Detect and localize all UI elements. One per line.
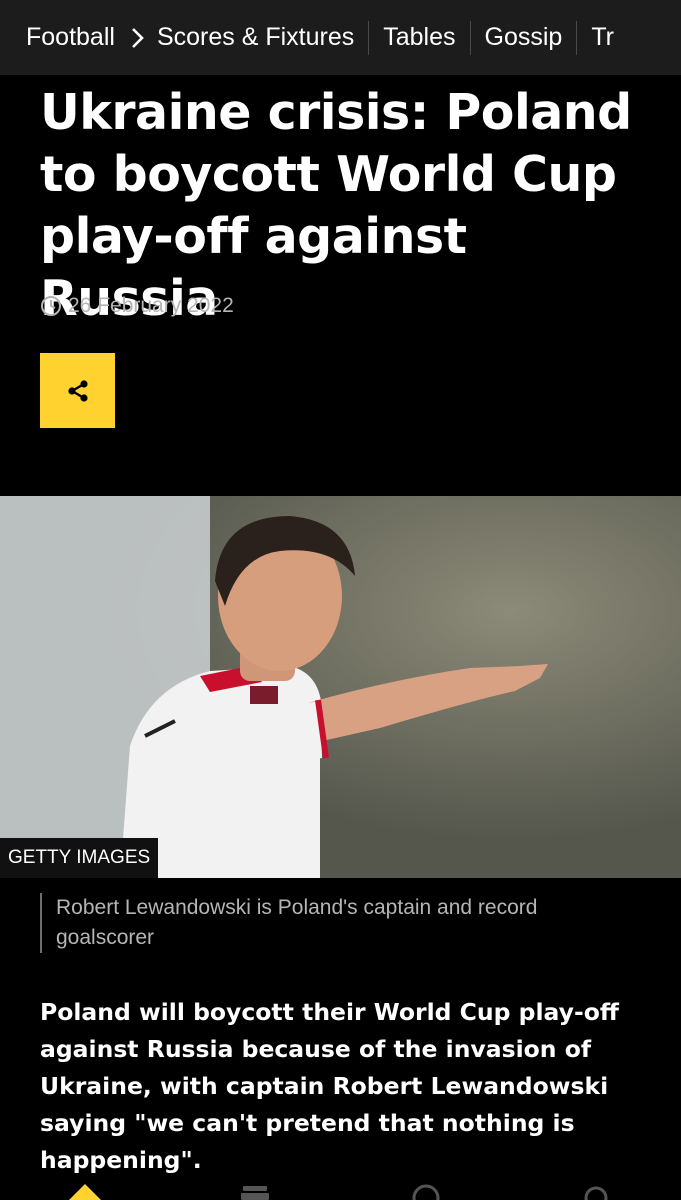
nav-item-transfers[interactable]: Tr [577, 23, 628, 52]
player-photo [0, 496, 681, 878]
search-icon [584, 1186, 608, 1200]
chevron-right-icon [131, 27, 145, 49]
article-date: 26 February 2022 [68, 294, 234, 317]
nav-item-scores-fixtures[interactable]: Scores & Fixtures [157, 23, 368, 52]
nav-section-football[interactable]: Football [0, 23, 115, 52]
tab-my-news[interactable] [225, 1176, 285, 1200]
home-icon [69, 1184, 102, 1200]
nav-item-gossip[interactable]: Gossip [471, 23, 577, 52]
image-caption: Robert Lewandowski is Poland's captain a… [40, 893, 640, 953]
tab-search[interactable] [566, 1176, 626, 1200]
clock-icon [41, 296, 61, 316]
article-hero-image [0, 496, 681, 878]
tab-home[interactable] [55, 1176, 115, 1200]
sport-icon [412, 1184, 440, 1200]
article-dateline: 26 February 2022 [40, 292, 234, 320]
share-icon [67, 379, 88, 402]
article-lede: Poland will boycott their World Cup play… [40, 998, 619, 1174]
tab-sport[interactable] [396, 1176, 456, 1200]
section-nav: Football Scores & Fixtures Tables Gossip… [0, 0, 681, 75]
image-credit: GETTY IMAGES [0, 838, 159, 878]
bottom-tab-bar [0, 1176, 681, 1200]
nav-item-tables[interactable]: Tables [369, 23, 469, 52]
share-button[interactable] [40, 353, 115, 428]
my-news-icon [241, 1186, 270, 1200]
